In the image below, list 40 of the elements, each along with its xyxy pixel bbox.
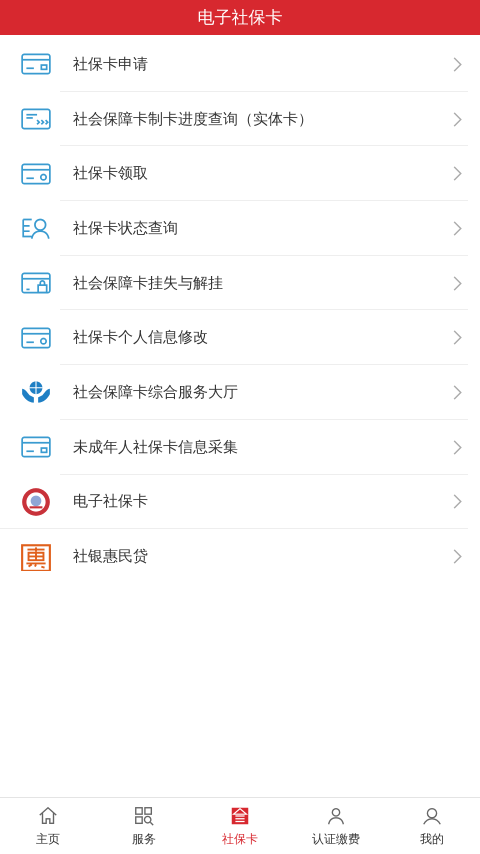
chevron-icon bbox=[452, 438, 462, 456]
menu-label: 社保卡申请 bbox=[73, 54, 149, 74]
menu-label: 社保卡个人信息修改 bbox=[73, 328, 209, 348]
home-icon bbox=[37, 804, 59, 826]
menu-label: 社会保障卡挂失与解挂 bbox=[73, 274, 224, 293]
grid-icon bbox=[133, 804, 155, 826]
menu-label: 社会保障卡综合服务大厅 bbox=[73, 382, 239, 402]
menu-item[interactable]: 未成年人社保卡信息采集 bbox=[0, 420, 480, 474]
chevron-icon bbox=[452, 493, 462, 510]
menu-label: 社保卡领取 bbox=[73, 164, 149, 184]
menu-item[interactable]: 社保卡状态查询 bbox=[0, 201, 480, 256]
menu-item[interactable]: 社保卡申请 bbox=[0, 37, 480, 92]
chevron-icon bbox=[452, 329, 462, 346]
tab[interactable]: 主页 bbox=[0, 798, 96, 854]
menu-item[interactable]: 社保卡个人信息修改 bbox=[0, 310, 480, 366]
emblem-icon bbox=[20, 488, 52, 516]
menu-label: 社保卡状态查询 bbox=[73, 218, 179, 238]
seal-icon bbox=[20, 542, 52, 571]
chevron-icon bbox=[452, 384, 462, 401]
menu-item[interactable]: 社保卡领取 bbox=[0, 146, 480, 202]
menu-label: 未成年人社保卡信息采集 bbox=[73, 438, 239, 457]
menu-label: 电子社保卡 bbox=[73, 492, 149, 512]
tab[interactable]: 服务 bbox=[96, 798, 192, 854]
chevron-icon bbox=[452, 165, 462, 182]
header-title: 电子社保卡 bbox=[198, 7, 282, 29]
chevron-icon bbox=[452, 110, 462, 128]
menu-label: 社会保障卡制卡进度查询（实体卡） bbox=[73, 110, 314, 129]
tab[interactable]: 我的 bbox=[384, 798, 480, 854]
menu-item[interactable]: 社银惠民贷 bbox=[0, 529, 480, 584]
menu-item[interactable]: 社会保障卡综合服务大厅 bbox=[0, 365, 480, 420]
tab[interactable]: 认证缴费 bbox=[288, 798, 384, 854]
menu-item[interactable]: 社会保障卡挂失与解挂 bbox=[0, 256, 480, 310]
menu-label: 社银惠民贷 bbox=[73, 547, 149, 566]
menu-item[interactable]: 社会保障卡制卡进度查询（实体卡） bbox=[0, 92, 480, 146]
tab[interactable]: 社保卡 bbox=[192, 798, 288, 854]
menu-item[interactable]: 电子社保卡 bbox=[0, 474, 480, 530]
chevron-icon bbox=[452, 548, 462, 566]
chevron-icon bbox=[452, 56, 462, 73]
chevron-icon bbox=[452, 220, 462, 237]
chevron-icon bbox=[452, 274, 462, 292]
